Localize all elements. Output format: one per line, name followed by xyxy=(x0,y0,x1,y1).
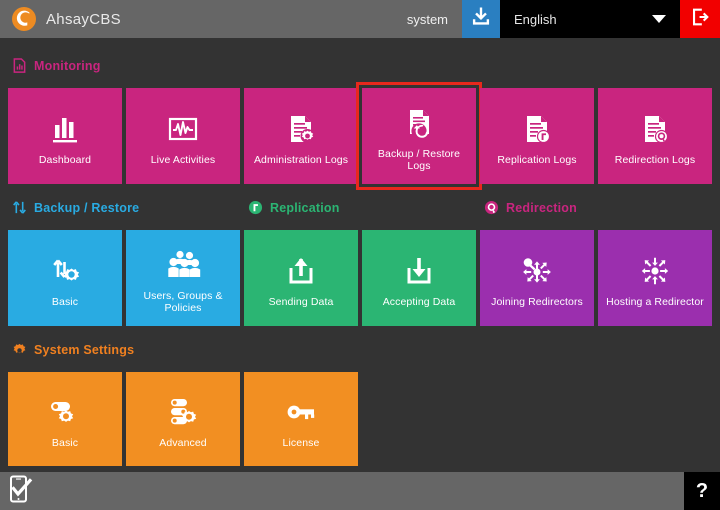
tile-redirection-logs[interactable]: Redirection Logs xyxy=(598,88,712,184)
footer-bar: ? xyxy=(0,472,720,510)
document-backup-restore-icon xyxy=(401,101,437,141)
tile-label: Dashboard xyxy=(12,154,118,166)
upload-tray-icon xyxy=(283,249,319,289)
current-user-label: system xyxy=(407,12,462,27)
tile-joining-redirectors[interactable]: Joining Redirectors xyxy=(480,230,594,326)
heartbeat-monitor-icon xyxy=(165,107,201,147)
key-icon xyxy=(283,390,319,430)
download-button[interactable] xyxy=(462,0,500,38)
replication-circle-icon xyxy=(248,200,263,215)
section-header-redirection: Redirection xyxy=(484,200,577,215)
document-replication-icon xyxy=(519,107,555,147)
document-redirection-icon xyxy=(637,107,673,147)
tile-dashboard[interactable]: Dashboard xyxy=(8,88,122,184)
help-question-icon: ? xyxy=(696,481,708,501)
section-title-monitoring: Monitoring xyxy=(34,59,101,73)
tile-label: Basic xyxy=(12,437,118,449)
tile-label: License xyxy=(248,437,354,449)
tile-live-activities[interactable]: Live Activities xyxy=(126,88,240,184)
section-title-redirection: Redirection xyxy=(506,201,577,215)
chevron-down-icon xyxy=(652,15,666,23)
tile-users-groups-policies[interactable]: Users, Groups & Policies xyxy=(126,230,240,326)
tile-backup-restore-logs[interactable]: Backup / Restore Logs xyxy=(362,88,476,184)
tile-backup-restore-basic[interactable]: Basic xyxy=(8,230,122,326)
logout-button[interactable] xyxy=(680,0,720,38)
tile-administration-logs[interactable]: Administration Logs xyxy=(244,88,358,184)
node-burst-icon xyxy=(637,249,673,289)
section-header-system-settings: System Settings xyxy=(12,342,134,357)
tile-label: Advanced xyxy=(130,437,236,449)
brand-area[interactable]: AhsayCBS xyxy=(0,7,121,31)
mobile-checkmark-icon xyxy=(8,474,34,509)
tile-hosting-a-redirector[interactable]: Hosting a Redirector xyxy=(598,230,712,326)
tile-label: Administration Logs xyxy=(248,154,354,166)
users-group-icon xyxy=(164,243,202,283)
arrows-gear-icon xyxy=(47,249,83,289)
download-icon xyxy=(470,6,492,33)
tile-system-advanced[interactable]: Advanced xyxy=(126,372,240,466)
node-join-burst-icon xyxy=(519,249,555,289)
tile-label: Accepting Data xyxy=(366,296,472,308)
monitoring-report-icon xyxy=(12,58,27,73)
section-header-monitoring: Monitoring xyxy=(12,58,101,73)
logout-icon xyxy=(689,6,711,33)
tile-label: Redirection Logs xyxy=(602,154,708,166)
section-title-system-settings: System Settings xyxy=(34,343,134,357)
tile-label: Joining Redirectors xyxy=(484,296,590,308)
bar-chart-icon xyxy=(47,107,83,147)
toggle-gear-icon xyxy=(47,390,83,430)
tile-accepting-data[interactable]: Accepting Data xyxy=(362,230,476,326)
help-button[interactable]: ? xyxy=(684,472,720,510)
tile-system-basic[interactable]: Basic xyxy=(8,372,122,466)
redirection-circle-icon xyxy=(484,200,499,215)
brand-title: AhsayCBS xyxy=(46,11,121,28)
up-down-arrows-icon xyxy=(12,200,27,215)
document-gear-icon xyxy=(283,107,319,147)
tile-label: Live Activities xyxy=(130,154,236,166)
top-header-bar: AhsayCBS system English xyxy=(0,0,720,38)
tile-label: Basic xyxy=(12,296,118,308)
section-header-replication: Replication xyxy=(248,200,340,215)
ahsay-c-logo-icon xyxy=(12,7,36,31)
sliders-gear-icon xyxy=(165,390,201,430)
gear-icon xyxy=(12,342,27,357)
ahsaycbs-console: AhsayCBS system English xyxy=(0,0,720,510)
tile-system-license[interactable]: License xyxy=(244,372,358,466)
mobile-app-button[interactable] xyxy=(0,474,34,509)
section-header-backup-restore: Backup / Restore xyxy=(12,200,139,215)
download-tray-icon xyxy=(401,249,437,289)
section-title-replication: Replication xyxy=(270,201,340,215)
tile-label: Backup / Restore Logs xyxy=(366,148,472,172)
tile-sending-data[interactable]: Sending Data xyxy=(244,230,358,326)
section-title-backup-restore: Backup / Restore xyxy=(34,201,139,215)
tile-label: Replication Logs xyxy=(484,154,590,166)
tile-label: Users, Groups & Policies xyxy=(130,290,236,314)
tile-replication-logs[interactable]: Replication Logs xyxy=(480,88,594,184)
tile-label: Sending Data xyxy=(248,296,354,308)
tile-label: Hosting a Redirector xyxy=(602,296,708,308)
language-select-value: English xyxy=(514,12,557,27)
language-select[interactable]: English xyxy=(500,0,680,38)
